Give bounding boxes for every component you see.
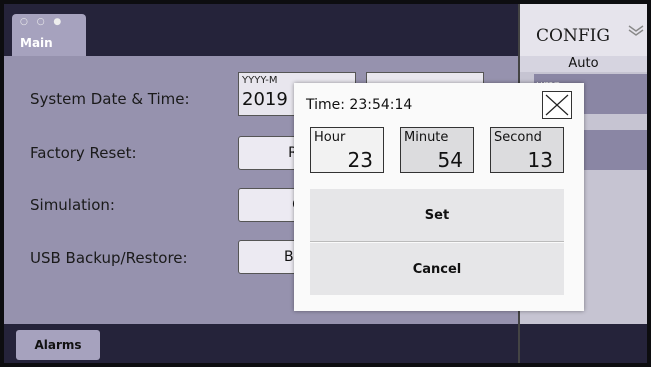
close-icon [545, 94, 569, 116]
dialog-title: Time: 23:54:14 [306, 97, 413, 113]
second-value: 13 [527, 148, 553, 172]
tab-main-label: Main [20, 36, 53, 50]
tab-main[interactable]: ○ ○ ● Main [12, 14, 86, 56]
bottom-bar: Alarms [4, 324, 518, 363]
page-dots-indicator: ○ ○ ● [20, 17, 65, 27]
hour-label: Hour [314, 130, 346, 145]
second-spinner[interactable]: Second 13 [490, 127, 564, 173]
minute-value: 54 [437, 148, 463, 172]
hour-value: 23 [347, 148, 373, 172]
top-bar: ○ ○ ● Main [4, 4, 518, 56]
config-title: CONFIG [536, 26, 610, 46]
mode-label: Auto [520, 56, 647, 72]
device-screen: ○ ○ ● Main System Date & Time: YYYY-M 20… [4, 4, 647, 363]
date-placeholder: YYYY-M [242, 75, 278, 86]
set-button[interactable]: Set [310, 189, 564, 241]
simulation-label: Simulation: [30, 196, 115, 214]
config-header[interactable]: CONFIG [520, 4, 647, 57]
minute-label: Minute [404, 130, 449, 145]
date-value: 2019 [242, 89, 288, 110]
second-label: Second [494, 130, 542, 145]
alarms-button[interactable]: Alarms [16, 330, 100, 360]
hour-spinner[interactable]: Hour 23 [310, 127, 384, 173]
divider [310, 241, 564, 242]
cancel-button[interactable]: Cancel [310, 243, 564, 295]
config-panel-footer [520, 324, 647, 363]
close-button[interactable] [542, 91, 572, 119]
system-date-time-label: System Date & Time: [30, 90, 190, 108]
chevron-down-icon[interactable] [628, 24, 644, 40]
usb-backup-restore-label: USB Backup/Restore: [30, 249, 188, 267]
factory-reset-label: Factory Reset: [30, 144, 137, 162]
time-dialog: Time: 23:54:14 Hour 23 Minute 54 Second … [294, 83, 584, 311]
minute-spinner[interactable]: Minute 54 [400, 127, 474, 173]
